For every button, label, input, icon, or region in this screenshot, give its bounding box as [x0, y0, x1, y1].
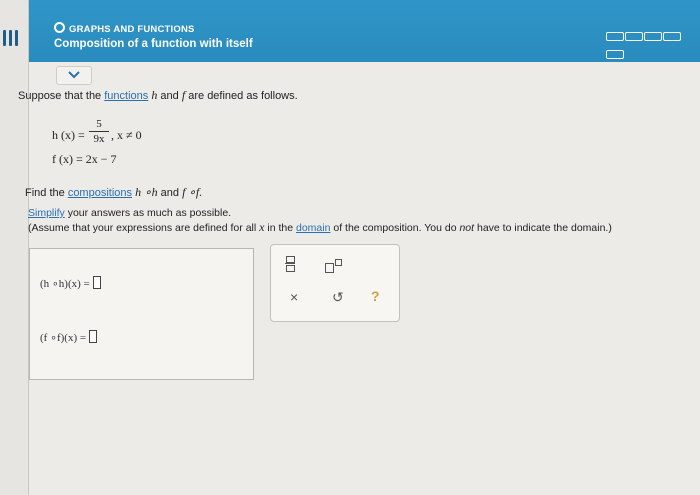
exponent-icon — [325, 263, 334, 273]
undo-button[interactable]: ↺ — [332, 289, 344, 306]
topic-text: GRAPHS AND FUNCTIONS — [69, 24, 195, 35]
find-instruction: Find the compositions h ∘h and f ∘f. — [25, 185, 203, 199]
progress-segment — [663, 32, 681, 41]
fraction-icon — [286, 256, 295, 263]
progress-segment — [606, 32, 624, 41]
functions-link[interactable]: functions — [104, 90, 148, 102]
math-toolbox: × ↺ ? — [270, 244, 400, 322]
h-fraction: 5 9x — [89, 118, 109, 145]
fraction-tool-button[interactable] — [285, 256, 295, 272]
help-button[interactable]: ? — [371, 288, 380, 304]
f-definition: f (x) = 2x − 7 — [52, 152, 117, 166]
assume-instruction: (Assume that your expressions are define… — [28, 220, 612, 234]
compositions-link[interactable]: compositions — [68, 187, 132, 199]
progress-segment — [625, 32, 643, 41]
domain-link[interactable]: domain — [296, 222, 330, 234]
simplify-instruction: Simplify your answers as much as possibl… — [28, 207, 232, 219]
answer-panel: (h ∘h)(x) = (f ∘f)(x) = — [29, 248, 254, 380]
hh-label: (h ∘h)(x) = — [40, 278, 90, 290]
topic-label: GRAPHS AND FUNCTIONS — [54, 22, 195, 35]
ff-label: (f ∘f)(x) = — [40, 332, 87, 344]
page-title: Composition of a function with itself — [54, 38, 253, 50]
ff-answer-row: (f ∘f)(x) = — [40, 330, 98, 344]
progress-segment — [606, 50, 624, 59]
hh-answer-row: (h ∘h)(x) = — [40, 276, 101, 290]
hh-answer-input[interactable] — [92, 276, 101, 289]
progress-indicator — [606, 28, 700, 59]
collapse-button[interactable] — [56, 66, 92, 85]
topic-circle-icon — [54, 22, 65, 33]
chevron-down-icon — [68, 71, 80, 79]
question-intro: Suppose that the functions h and f are d… — [18, 88, 298, 102]
ff-answer-input[interactable] — [89, 330, 98, 343]
simplify-link[interactable]: Simplify — [28, 207, 65, 219]
side-menu-strip — [0, 0, 29, 495]
header-bar: GRAPHS AND FUNCTIONS Composition of a fu… — [0, 0, 700, 62]
progress-segment — [644, 32, 662, 41]
clear-button[interactable]: × — [290, 289, 298, 305]
exponent-tool-button[interactable] — [325, 259, 343, 273]
menu-icon[interactable] — [3, 30, 23, 48]
